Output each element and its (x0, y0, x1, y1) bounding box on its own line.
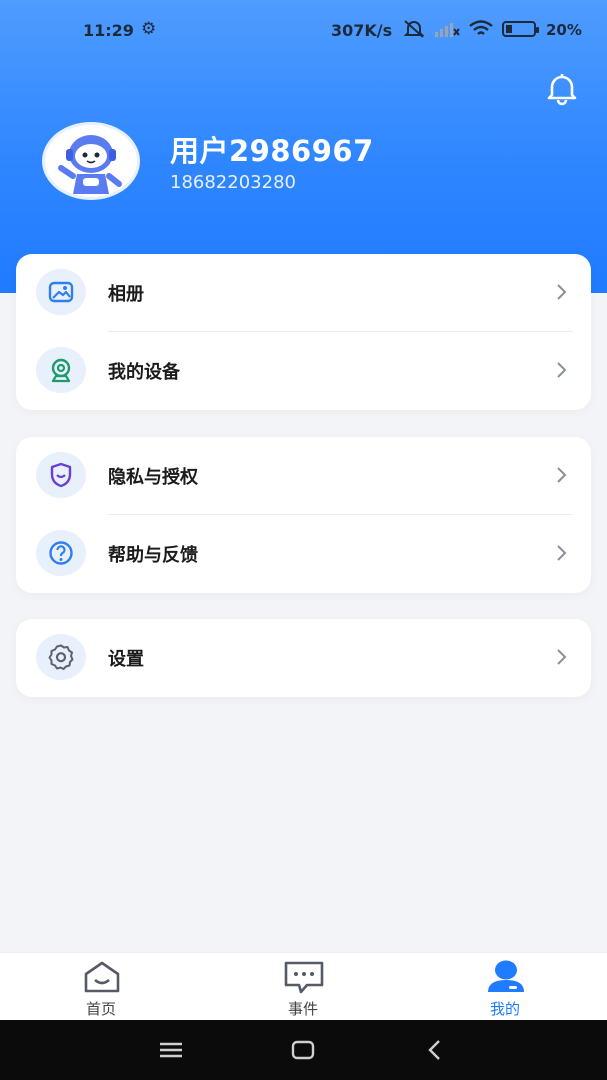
notification-bell-icon[interactable] (544, 70, 580, 106)
system-navigation-bar (0, 1020, 607, 1080)
menu-label-album: 相册 (108, 284, 144, 305)
shield-icon (36, 452, 86, 498)
menu-item-privacy[interactable]: 隐私与授权 (16, 437, 591, 515)
card-privacy-help: 隐私与授权 帮助与反馈 (16, 437, 591, 593)
gear-icon (36, 634, 86, 680)
user-phone: 18682203280 (170, 172, 296, 193)
menu-label-my-devices: 我的设备 (108, 362, 180, 383)
menu-item-help-feedback[interactable]: 帮助与反馈 (16, 515, 591, 593)
mute-icon (403, 20, 425, 38)
menu-icon[interactable] (156, 1036, 186, 1064)
menu-item-my-devices[interactable]: 我的设备 (16, 332, 591, 410)
robot-avatar-icon (58, 135, 122, 194)
profile-icon (488, 960, 524, 992)
back-icon[interactable] (420, 1036, 450, 1064)
battery-level: 20% (546, 21, 582, 39)
camera-device-icon (36, 347, 86, 393)
bottom-tab-bar: 首页 事件 我的 (0, 952, 607, 1020)
photo-album-icon (36, 269, 86, 315)
chevron-right-icon (557, 467, 567, 483)
status-bar: 11:29 ⚙ 307K/s 20% (0, 18, 607, 46)
card-media-devices: 相册 我的设备 (16, 254, 591, 410)
tab-label-events: 事件 (287, 1000, 318, 1018)
menu-label-privacy: 隐私与授权 (108, 467, 198, 488)
settings-status-icon: ⚙ (141, 19, 157, 39)
wifi-icon (469, 20, 493, 35)
network-speed: 307K/s (331, 21, 393, 40)
chevron-right-icon (557, 284, 567, 300)
card-settings: 设置 (16, 619, 591, 697)
chevron-right-icon (557, 362, 567, 378)
tab-home[interactable]: 首页 (41, 953, 161, 1021)
menu-item-album[interactable]: 相册 (16, 254, 591, 332)
chevron-right-icon (557, 545, 567, 561)
signal-icon (435, 23, 460, 37)
tab-label-home: 首页 (85, 1000, 116, 1018)
menu-label-help-feedback: 帮助与反馈 (108, 545, 198, 566)
home-icon (84, 961, 120, 993)
chevron-right-icon (557, 649, 567, 665)
tab-events[interactable]: 事件 (243, 953, 363, 1021)
help-icon (36, 530, 86, 576)
status-time: 11:29 (83, 21, 134, 40)
tab-mine[interactable]: 我的 (445, 953, 565, 1021)
avatar[interactable] (42, 122, 140, 200)
home-nav-icon[interactable] (288, 1036, 318, 1064)
tab-label-mine: 我的 (489, 1000, 520, 1018)
message-icon (284, 961, 324, 994)
battery-icon (502, 21, 539, 37)
user-name: 用户2986967 (170, 134, 374, 168)
menu-label-settings: 设置 (108, 649, 144, 670)
menu-item-settings[interactable]: 设置 (16, 619, 591, 697)
